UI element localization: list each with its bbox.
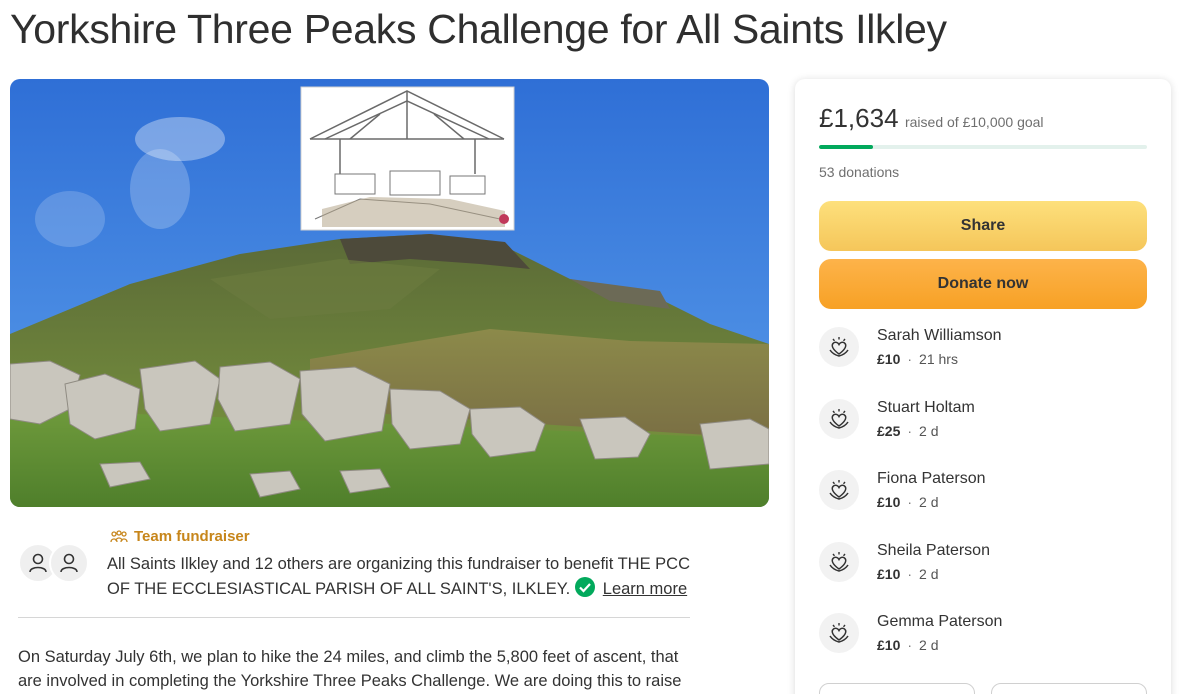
person-icon — [29, 553, 47, 573]
avatar — [49, 543, 89, 583]
donor-meta: £10 · 2 d — [877, 637, 939, 653]
donor-amount: £25 — [877, 422, 901, 439]
donor-time: 21 hrs — [919, 351, 958, 367]
donor-meta: £10 · 2 d — [877, 494, 939, 510]
donor-name: Sheila Paterson — [877, 541, 990, 559]
donation-card: £1,634 raised of £10,000 goal 53 donatio… — [795, 79, 1171, 694]
see-all-button[interactable] — [819, 683, 975, 694]
donor-meta: £10 · 2 d — [877, 566, 939, 582]
organizer-description: All Saints Ilkley and 12 others are orga… — [107, 552, 697, 601]
team-icon — [110, 529, 128, 542]
page-title: Yorkshire Three Peaks Challenge for All … — [10, 6, 947, 52]
donor-time: 2 d — [919, 565, 939, 582]
heart-hands-icon — [819, 470, 859, 510]
separator-dot: · — [907, 565, 913, 582]
story-text: On Saturday July 6th, we plan to hike th… — [18, 648, 682, 690]
donor-time: 2 d — [919, 494, 939, 510]
donor-time: 2 d — [919, 637, 939, 653]
person-icon — [60, 553, 78, 573]
donor-name: Fiona Paterson — [877, 470, 986, 487]
verified-check-icon — [575, 577, 596, 597]
donor-name: Sarah Williamson — [877, 327, 1002, 344]
separator-dot: · — [907, 494, 913, 510]
learn-more-link[interactable]: Learn more — [603, 580, 687, 598]
donor-amount: £10 — [877, 565, 901, 582]
heart-hands-icon — [819, 327, 859, 367]
donor-time: 2 d — [919, 422, 939, 439]
hero-image — [10, 79, 769, 507]
separator-dot: · — [907, 637, 913, 653]
raised-summary: £1,634 raised of £10,000 goal — [819, 103, 1044, 134]
share-button[interactable]: Share — [819, 201, 1147, 251]
raised-amount: £1,634 — [819, 103, 899, 133]
organizer-avatars — [18, 543, 92, 583]
organizer-section: Team fundraiser All Saints Ilkley and 12… — [18, 528, 690, 618]
donor-item: Stuart Holtam £25 · 2 d — [819, 398, 1139, 449]
donations-count: 53 donations — [819, 164, 900, 180]
donor-item: Sarah Williamson £10 · 21 hrs — [819, 327, 1139, 377]
separator-dot: · — [907, 351, 913, 367]
team-fundraiser-label: Team fundraiser — [134, 528, 250, 545]
see-top-button[interactable] — [991, 683, 1147, 694]
donate-now-button[interactable]: Donate now — [819, 259, 1147, 309]
heart-hands-icon — [819, 398, 859, 439]
heart-hands-icon — [819, 541, 859, 582]
donor-item: Sheila Paterson £10 · 2 d — [819, 541, 1139, 592]
donor-meta: £10 · 21 hrs — [877, 351, 958, 367]
donor-item: Gemma Paterson £10 · 2 d — [819, 613, 1139, 663]
progress-fill — [819, 145, 873, 149]
goal-text: raised of £10,000 goal — [904, 114, 1044, 130]
donor-meta: £25 · 2 d — [877, 423, 939, 439]
donor-amount: £10 — [877, 494, 901, 510]
progress-bar — [819, 145, 1147, 149]
donor-name: Stuart Holtam — [877, 398, 975, 416]
heart-hands-icon — [819, 613, 859, 653]
separator-dot: · — [907, 422, 913, 439]
team-fundraiser-badge: Team fundraiser — [110, 528, 250, 545]
donor-item: Fiona Paterson £10 · 2 d — [819, 470, 1139, 520]
donor-amount: £10 — [877, 637, 901, 653]
donor-amount: £10 — [877, 351, 901, 367]
donor-name: Gemma Paterson — [877, 613, 1003, 630]
